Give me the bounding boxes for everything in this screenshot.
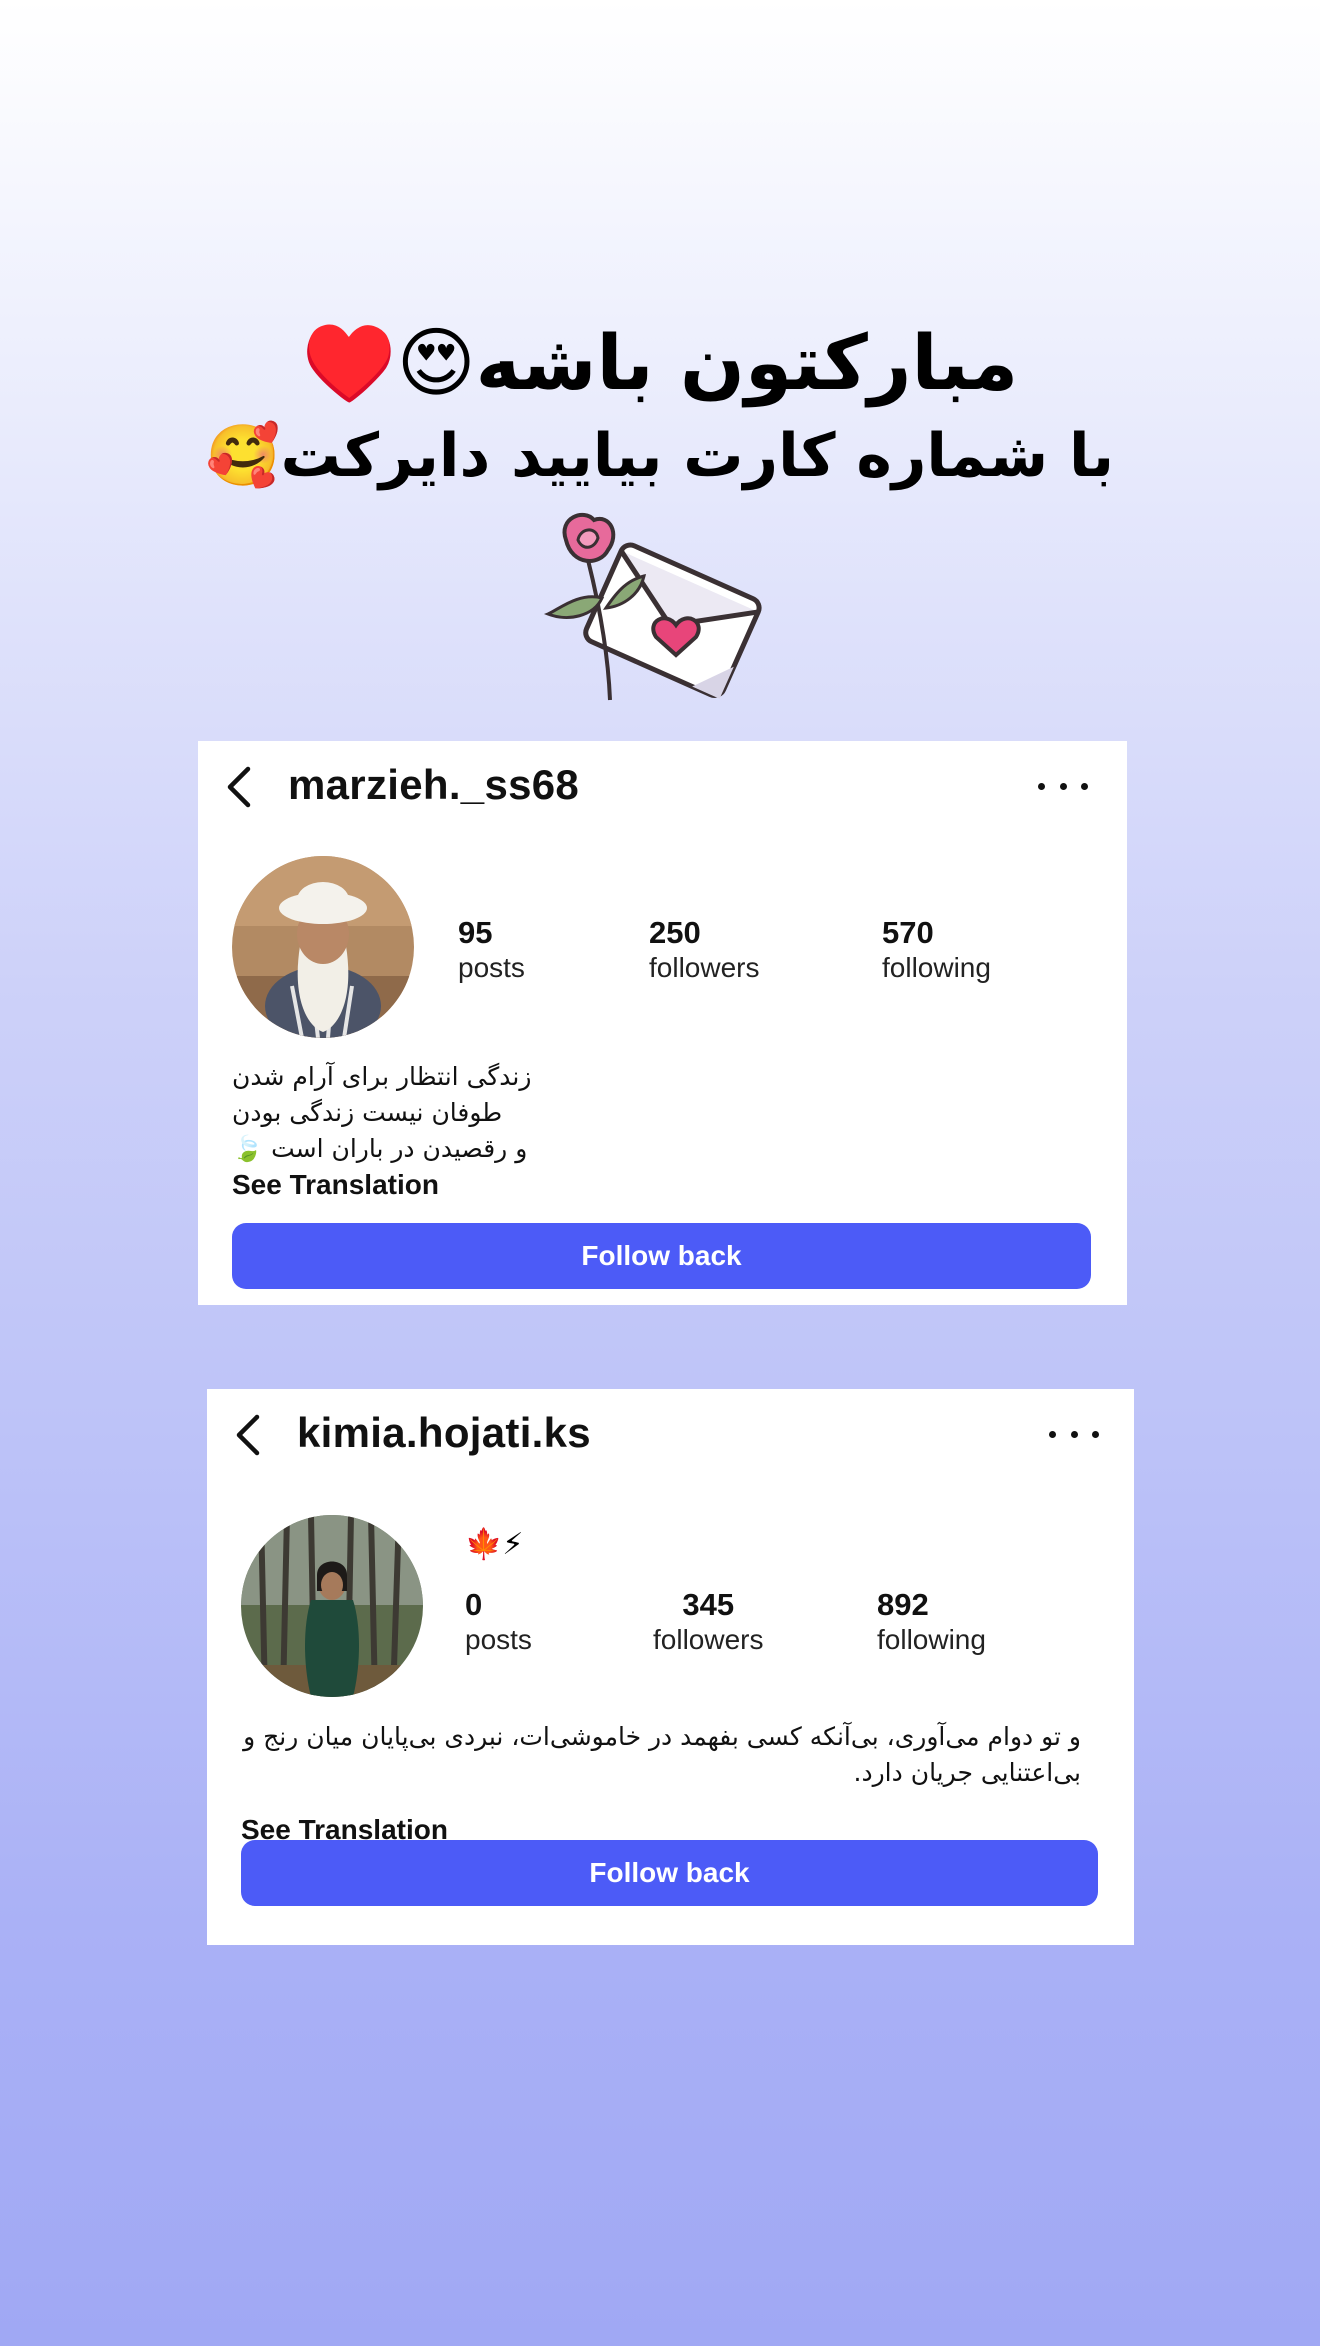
status-emojis: 🍁⚡ [465,1527,524,1562]
bio-line: و تو دوام می‌آوری، بی‌آنکه کسی بفهمد در … [243,1722,1081,1751]
followers-label: followers [653,1624,764,1655]
profile-card: marzieh._ss68 95 posts 250 followers 570… [198,741,1127,1305]
profile-bio: و تو دوام می‌آوری، بی‌آنکه کسی بفهمد در … [241,1719,1081,1791]
followers-stat[interactable]: 250 followers [649,915,759,985]
posts-count: 95 [458,915,493,950]
see-translation-link[interactable]: See Translation [232,1169,439,1201]
profile-username: kimia.hojati.ks [297,1409,591,1456]
posts-count: 0 [465,1587,483,1622]
following-count: 570 [882,915,934,950]
following-count: 892 [877,1587,929,1622]
bio-line: و رقصیدن در باران است 🍃 [232,1134,528,1163]
followers-count: 345 [682,1587,735,1622]
follow-back-button[interactable]: Follow back [241,1840,1098,1906]
bio-line: طوفان نیست زندگی بودن [232,1098,503,1127]
profile-bio: زندگی انتظار برای آرام شدن طوفان نیست زن… [232,1059,552,1167]
avatar[interactable] [241,1515,423,1697]
back-arrow-icon[interactable] [229,1413,269,1457]
following-label: following [882,952,991,983]
posts-stat[interactable]: 95 posts [458,915,525,985]
followers-stat[interactable]: 345 followers [653,1587,763,1657]
bio-line: بی‌اعتنایی جریان دارد. [853,1758,1081,1787]
headline-line-2: با شماره کارت بیایید دایرکت🥰 [205,421,1115,491]
back-arrow-icon[interactable] [220,765,260,809]
follow-back-button[interactable]: Follow back [232,1223,1091,1289]
posts-label: posts [458,952,525,983]
followers-label: followers [649,952,760,983]
profile-username: marzieh._ss68 [288,761,580,808]
rose-envelope-sticker [543,512,762,701]
posts-stat[interactable]: 0 posts [465,1587,532,1657]
headline-line-1: مبارکتون باشه😍♥️ [301,318,1019,407]
bio-line: زندگی انتظار برای آرام شدن [232,1062,532,1091]
more-options-icon[interactable] [1049,1419,1099,1449]
followers-count: 250 [649,915,701,950]
following-stat[interactable]: 570 following [882,915,991,985]
more-options-icon[interactable] [1038,771,1088,801]
following-stat[interactable]: 892 following [877,1587,986,1657]
following-label: following [877,1624,986,1655]
avatar[interactable] [232,856,414,1038]
profile-card: kimia.hojati.ks 🍁⚡ 0 posts 345 followers… [207,1389,1134,1945]
posts-label: posts [465,1624,532,1655]
